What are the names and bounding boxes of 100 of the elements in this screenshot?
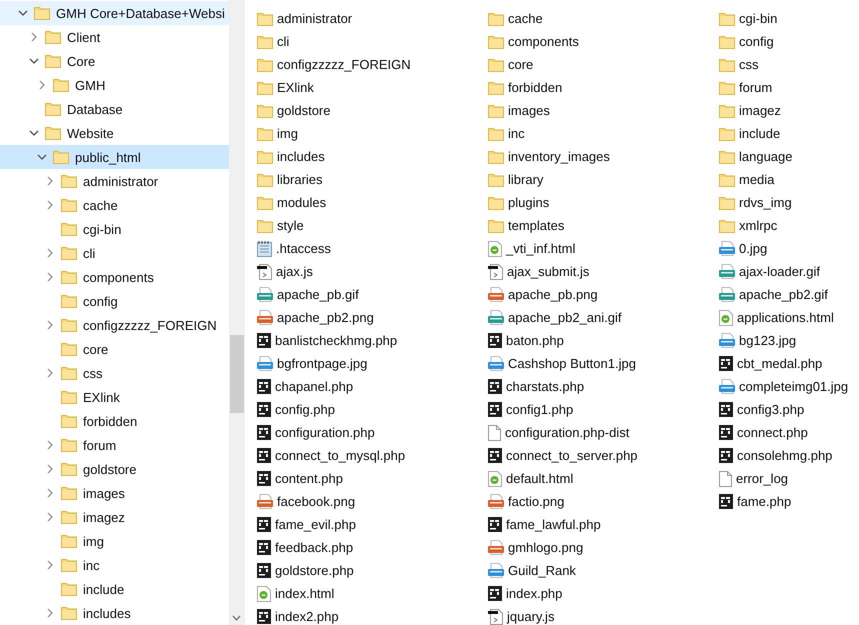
tree-item[interactable]: components (0, 265, 229, 289)
file-name[interactable]: chapanel.php (275, 379, 354, 394)
chevron-right-icon[interactable] (47, 464, 53, 474)
file-name[interactable]: cbt_medal.php (737, 356, 822, 371)
tree-item[interactable]: cgi-bin (0, 217, 229, 241)
file-name[interactable]: includes (277, 149, 325, 164)
tree-item[interactable]: imagez (0, 505, 229, 529)
file-name[interactable]: consolehmg.php (737, 448, 832, 463)
file-name[interactable]: factio.png (508, 494, 564, 509)
file-name[interactable]: config.php (275, 402, 335, 417)
file-name[interactable]: libraries (277, 172, 323, 187)
tree-item[interactable]: Client (0, 25, 229, 49)
file-name[interactable]: bg123.jpg (739, 333, 796, 348)
file-name[interactable]: Guild_Rank (508, 563, 576, 578)
file-name[interactable]: connect_to_mysql.php (275, 448, 406, 463)
chevron-right-icon[interactable] (47, 560, 53, 570)
file-name[interactable]: facebook.png (277, 494, 356, 509)
file-name[interactable]: fame.php (737, 494, 792, 509)
file-name[interactable]: style (277, 218, 304, 233)
file-name[interactable]: ajax.js (276, 264, 313, 279)
tree-item[interactable]: cli (0, 241, 229, 265)
file-name[interactable]: plugins (508, 195, 550, 210)
tree-item[interactable]: css (0, 361, 229, 385)
file-name[interactable]: apache_pb2.png (277, 310, 374, 325)
file-name[interactable]: apache_pb.gif (277, 287, 359, 302)
chevron-right-icon[interactable] (47, 320, 53, 330)
file-name[interactable]: configuration.php (275, 425, 375, 440)
file-name[interactable]: components (508, 34, 579, 49)
file-name[interactable]: Cashshop Button1.jpg (508, 356, 636, 371)
scroll-down-icon[interactable] (232, 615, 241, 621)
file-name[interactable]: administrator (277, 11, 352, 26)
file-name[interactable]: apache_pb2.gif (739, 287, 828, 302)
tree-item[interactable]: forbidden (0, 409, 229, 433)
tree-item[interactable]: cache (0, 193, 229, 217)
file-name[interactable]: cgi-bin (739, 11, 778, 26)
scrollbar[interactable] (229, 0, 245, 625)
chevron-down-icon[interactable] (37, 154, 47, 160)
file-name[interactable]: ajax-loader.gif (739, 264, 820, 279)
file-name[interactable]: content.php (275, 471, 343, 486)
file-name[interactable]: core (508, 57, 534, 72)
tree-item[interactable]: images (0, 481, 229, 505)
file-name[interactable]: config (739, 34, 774, 49)
tree-item[interactable]: GMH Core+Database+Websi (0, 1, 229, 25)
file-name[interactable]: connect.php (737, 425, 808, 440)
chevron-right-icon[interactable] (47, 248, 53, 258)
tree-item[interactable]: forum (0, 433, 229, 457)
file-name[interactable]: modules (277, 195, 326, 210)
chevron-down-icon[interactable] (18, 10, 28, 16)
tree-item[interactable]: core (0, 337, 229, 361)
file-name[interactable]: configzzzzz_FOREIGN (277, 57, 411, 72)
file-name[interactable]: index2.php (275, 609, 339, 624)
file-name[interactable]: forbidden (508, 80, 562, 95)
tree-item[interactable]: includes (0, 601, 229, 625)
chevron-right-icon[interactable] (47, 440, 53, 450)
file-name[interactable]: .htaccess (276, 241, 331, 256)
chevron-right-icon[interactable] (47, 608, 53, 618)
chevron-right-icon[interactable] (47, 488, 53, 498)
chevron-right-icon[interactable] (31, 32, 37, 42)
file-name[interactable]: goldstore (277, 103, 330, 118)
file-name[interactable]: cache (508, 11, 543, 26)
scrollbar-thumb[interactable] (230, 335, 244, 413)
file-name[interactable]: charstats.php (506, 379, 584, 394)
file-name[interactable]: 0.jpg (739, 241, 768, 256)
chevron-right-icon[interactable] (47, 200, 53, 210)
file-name[interactable]: forum (739, 80, 772, 95)
file-name[interactable]: applications.html (737, 310, 834, 325)
file-name[interactable]: img (277, 126, 298, 141)
file-name[interactable]: imagez (739, 103, 781, 118)
file-name[interactable]: ajax_submit.js (507, 264, 590, 279)
chevron-down-icon[interactable] (29, 58, 39, 64)
tree-item[interactable]: Core (0, 49, 229, 73)
file-name[interactable]: gmhlogo.png (508, 540, 584, 555)
file-name[interactable]: _vti_inf.html (506, 241, 576, 256)
file-name[interactable]: feedback.php (275, 540, 354, 555)
file-name[interactable]: apache_pb.png (508, 287, 598, 302)
file-name[interactable]: fame_lawful.php (506, 517, 601, 532)
file-name[interactable]: baton.php (506, 333, 564, 348)
file-name[interactable]: config3.php (737, 402, 804, 417)
tree-item[interactable]: goldstore (0, 457, 229, 481)
file-name[interactable]: inc (508, 126, 525, 141)
file-name[interactable]: media (739, 172, 774, 187)
file-name[interactable]: default.html (506, 471, 574, 486)
file-name[interactable]: config1.php (506, 402, 574, 417)
tree-item[interactable]: inc (0, 553, 229, 577)
file-name[interactable]: include (739, 126, 780, 141)
file-name[interactable]: templates (508, 218, 564, 233)
chevron-right-icon[interactable] (39, 80, 45, 90)
file-name[interactable]: inventory_images (508, 149, 610, 164)
file-name[interactable]: index.php (506, 586, 562, 601)
file-name[interactable]: rdvs_img (739, 195, 792, 210)
file-name[interactable]: library (508, 172, 544, 187)
file-name[interactable]: index.html (275, 586, 334, 601)
file-name[interactable]: goldstore.php (275, 563, 354, 578)
tree-item[interactable]: EXlink (0, 385, 229, 409)
chevron-right-icon[interactable] (47, 512, 53, 522)
tree-item[interactable]: GMH (0, 73, 229, 97)
file-name[interactable]: banlistcheckhmg.php (275, 333, 398, 348)
chevron-right-icon[interactable] (47, 272, 53, 282)
file-name[interactable]: language (739, 149, 792, 164)
file-name[interactable]: configuration.php-dist (505, 425, 630, 440)
